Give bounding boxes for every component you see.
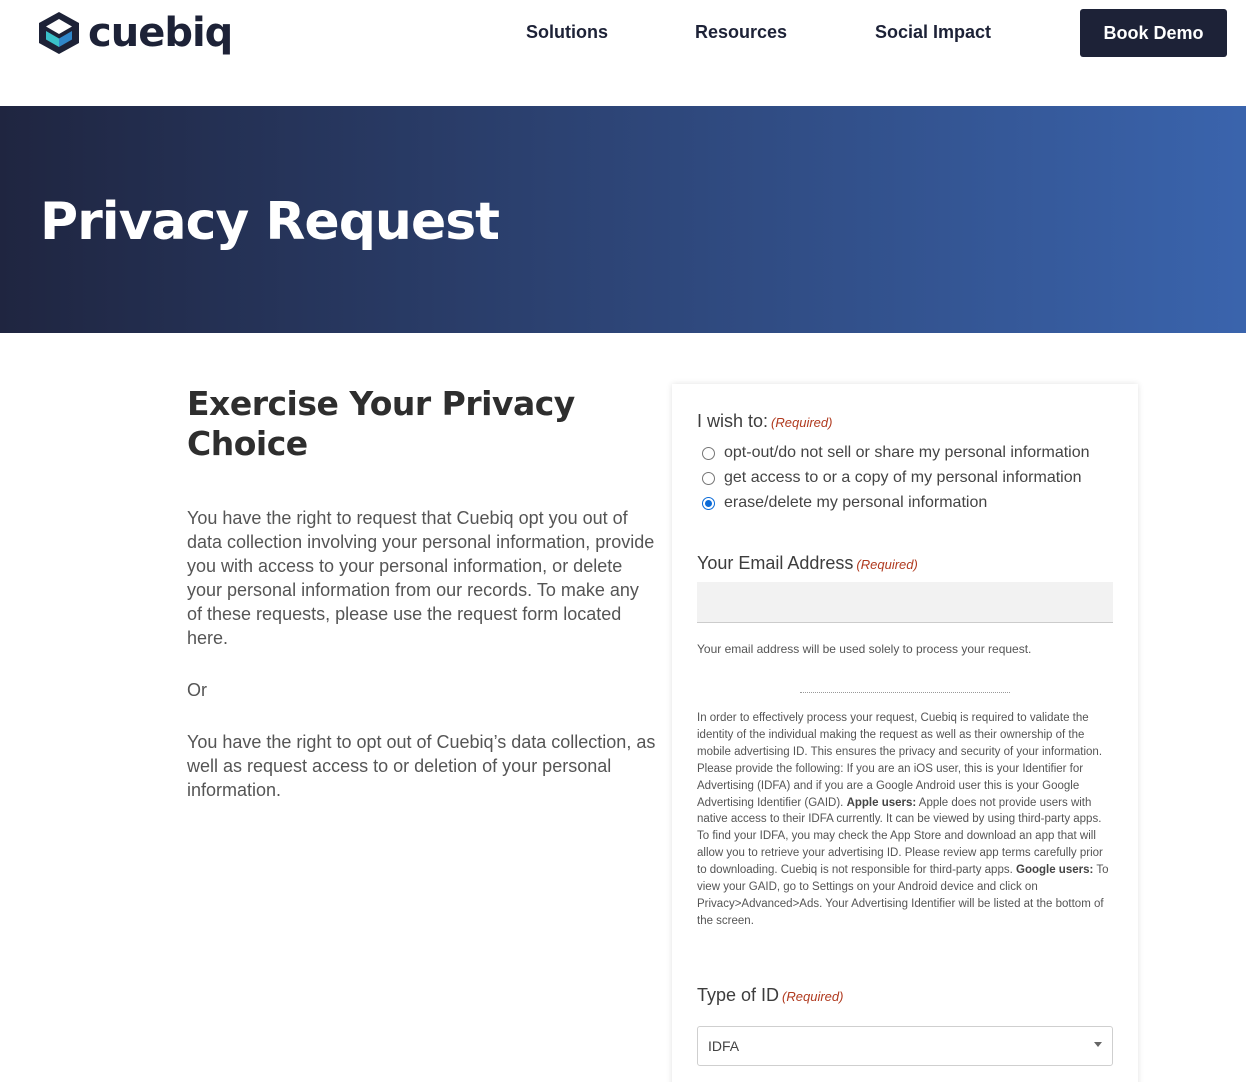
id-instructions: In order to effectively process your req… xyxy=(697,710,1113,930)
nav-social-impact[interactable]: Social Impact xyxy=(875,20,991,44)
id-type-label-text: Type of ID xyxy=(697,985,780,1005)
page-title: Privacy Request xyxy=(40,192,500,252)
radio-button[interactable] xyxy=(702,471,715,485)
option-label: erase/delete my personal information xyxy=(724,494,988,511)
google-users-heading: Google users: xyxy=(1016,864,1094,877)
email-help-text: Your email address will be used solely t… xyxy=(697,642,1032,656)
option-label: get access to or a copy of my personal i… xyxy=(724,469,1082,486)
or-separator: Or xyxy=(187,680,207,700)
email-label-text: Your Email Address xyxy=(697,553,854,573)
option-label: opt-out/do not sell or share my personal… xyxy=(724,444,1090,461)
logo-wordmark: cuebiq xyxy=(88,10,233,56)
cuebiq-logo[interactable]: cuebiq xyxy=(38,10,233,56)
site-header: cuebiq Solutions Resources Social Impact… xyxy=(0,0,1246,106)
privacy-request-form: I wish to: (Required) opt-out/do not sell… xyxy=(672,384,1138,1082)
info-intro: In order to effectively process your req… xyxy=(697,712,1103,809)
nav-resources[interactable]: Resources xyxy=(695,20,787,44)
opt-out-paragraph: You have the right to opt out of Cuebiq’… xyxy=(187,732,656,800)
book-demo-button[interactable]: Book Demo xyxy=(1080,9,1227,57)
intro-section: Exercise Your Privacy Choice You have th… xyxy=(187,384,657,802)
required-indicator: (Required) xyxy=(856,557,918,572)
option-access[interactable]: get access to or a copy of my personal i… xyxy=(702,468,1082,488)
email-label: Your Email Address (Required) xyxy=(697,551,918,577)
section-title: Exercise Your Privacy Choice xyxy=(187,384,657,464)
radio-button-checked[interactable] xyxy=(702,496,715,510)
section-title-line1: Exercise Your Privacy xyxy=(187,384,575,423)
apple-users-heading: Apple users: xyxy=(846,796,917,809)
id-type-selected-value: IDFA xyxy=(708,1038,740,1054)
required-indicator: (Required) xyxy=(782,989,844,1004)
hero-banner: Privacy Request xyxy=(0,106,1246,333)
nav-solutions[interactable]: Solutions xyxy=(526,20,608,44)
option-opt-out[interactable]: opt-out/do not sell or share my personal… xyxy=(702,443,1090,463)
cuebiq-logo-icon xyxy=(39,12,79,54)
section-title-line2: Choice xyxy=(187,424,308,463)
wish-label: I wish to: (Required) xyxy=(697,409,832,435)
id-type-label: Type of ID (Required) xyxy=(697,983,843,1009)
chevron-down-icon xyxy=(1094,1042,1102,1047)
required-indicator: (Required) xyxy=(771,415,833,430)
wish-label-text: I wish to: xyxy=(697,411,769,431)
id-type-select[interactable]: IDFA xyxy=(697,1026,1113,1066)
divider xyxy=(800,692,1010,693)
email-field[interactable] xyxy=(697,582,1113,623)
option-erase[interactable]: erase/delete my personal information xyxy=(702,493,987,513)
radio-button[interactable] xyxy=(702,446,715,460)
intro-paragraph: You have the right to request that Cuebi… xyxy=(187,508,655,648)
